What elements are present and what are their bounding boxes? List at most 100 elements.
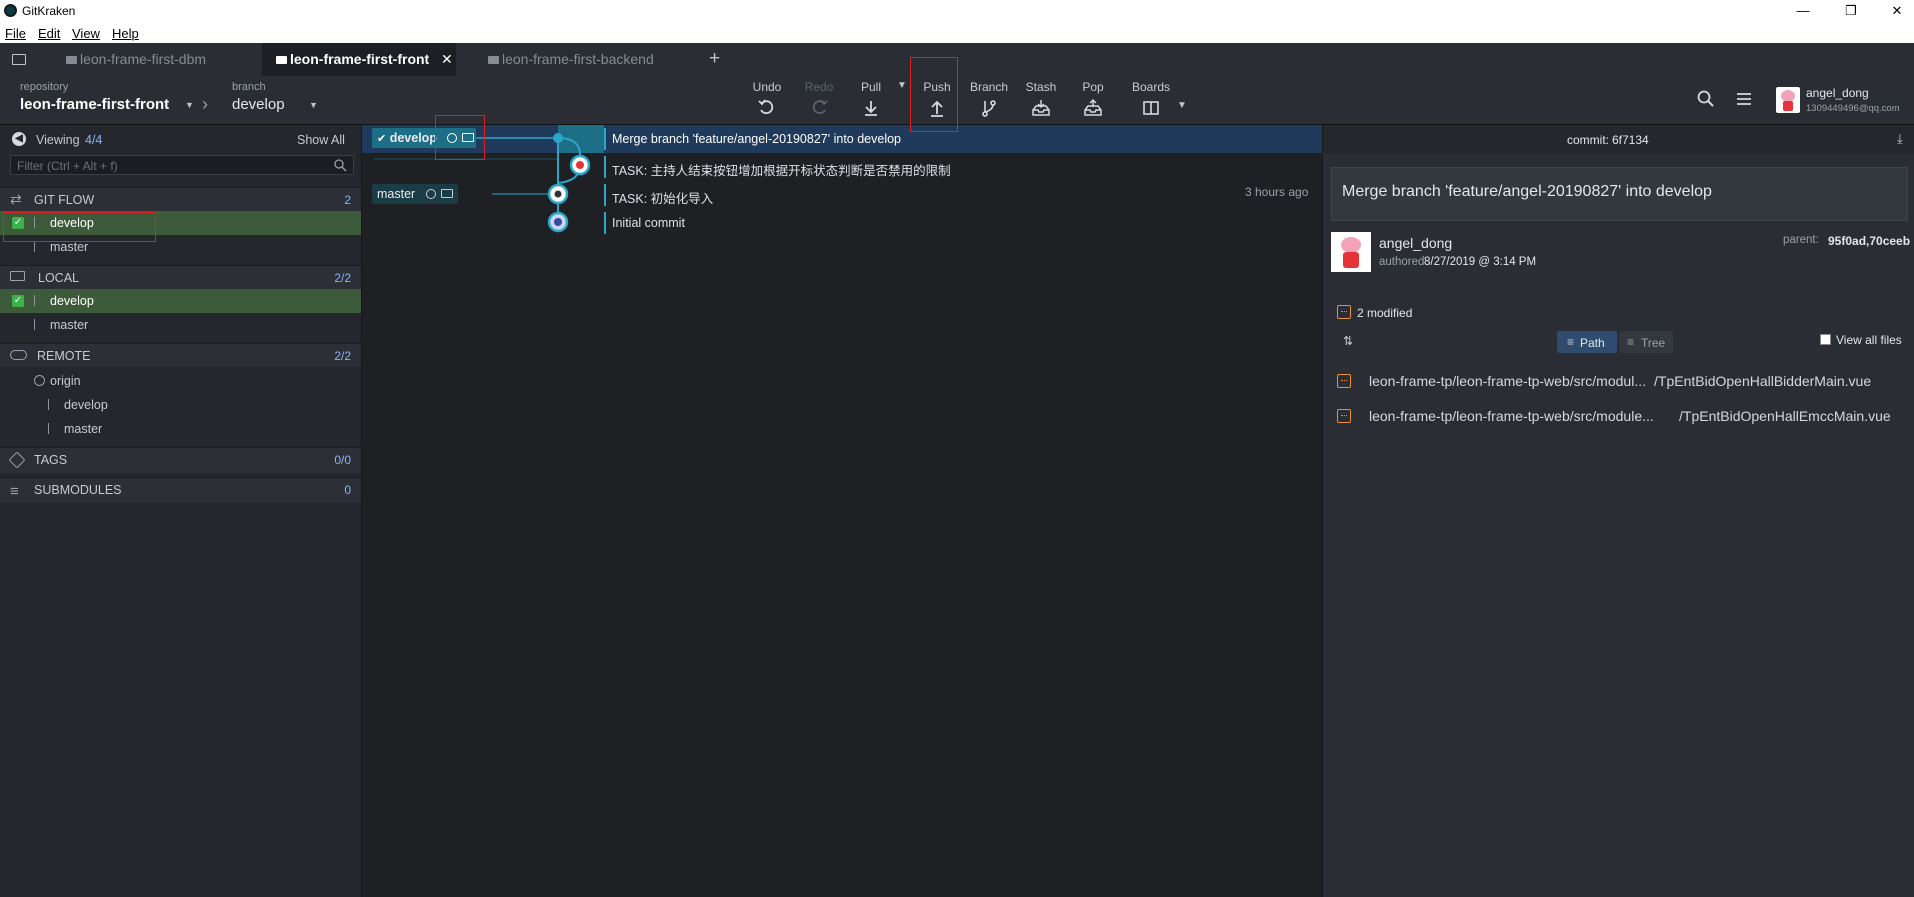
- branch-label: develop: [64, 398, 108, 412]
- remote-item-master[interactable]: master: [0, 417, 361, 441]
- branch-button[interactable]: Branch: [964, 80, 1014, 118]
- branch-tag-label: master: [377, 187, 416, 201]
- layers-icon: ≡: [10, 483, 19, 500]
- modified-count: 2 modified: [1357, 306, 1413, 320]
- menu-edit[interactable]: Edit: [38, 26, 60, 41]
- section-submodules[interactable]: ≡ SUBMODULES 0: [0, 477, 361, 503]
- redo-button[interactable]: Redo: [794, 80, 844, 118]
- show-all-button[interactable]: Show All: [297, 133, 345, 147]
- redo-label: Redo: [804, 80, 834, 94]
- user-email: 1309449496@qq.com: [1806, 103, 1900, 114]
- section-name: LOCAL: [38, 271, 79, 285]
- boards-icon: [1143, 101, 1159, 115]
- restore-button[interactable]: ❐: [1836, 2, 1866, 20]
- gitflow-icon: ⇄: [10, 191, 22, 207]
- tag-icon: [8, 451, 26, 469]
- cloud-icon: [10, 350, 27, 360]
- authored-label: authored: [1379, 256, 1425, 268]
- menu-view[interactable]: View: [72, 26, 100, 41]
- tab-label: leon-frame-first-dbm: [80, 51, 207, 67]
- window-title: GitKraken: [22, 4, 76, 18]
- pop-label: Pop: [1082, 80, 1104, 94]
- file-path-name: /TpEntBidOpenHallEmccMain.vue: [1679, 408, 1891, 424]
- parent-value[interactable]: 95f0ad,70ceeb: [1828, 234, 1910, 248]
- section-tags[interactable]: TAGS 0/0: [0, 447, 361, 473]
- tree-view-button[interactable]: ≡ Tree: [1619, 331, 1673, 353]
- pull-button[interactable]: Pull: [846, 80, 896, 118]
- branch-dropdown-icon: ▼: [309, 100, 318, 110]
- repository-name[interactable]: leon-frame-first-front: [20, 96, 169, 113]
- menu-help[interactable]: Help: [112, 26, 139, 41]
- sort-icon[interactable]: ⇅: [1343, 334, 1353, 348]
- commit-sha[interactable]: 6f7134: [1612, 133, 1649, 147]
- branch-label: branch: [232, 81, 266, 93]
- close-tab-icon[interactable]: ✕: [441, 43, 453, 76]
- redo-icon: [812, 99, 828, 115]
- section-git-flow[interactable]: ⇄ GIT FLOW 2: [0, 187, 361, 211]
- modified-icon: [1337, 374, 1351, 388]
- remote-origin[interactable]: origin: [0, 369, 361, 393]
- folder-icon: [66, 56, 77, 64]
- branch-name[interactable]: develop: [232, 96, 285, 113]
- pop-button[interactable]: Pop: [1068, 80, 1118, 118]
- avatar[interactable]: [1776, 87, 1800, 113]
- file-path-dir: leon-frame-tp/leon-frame-tp-web/src/modu…: [1369, 373, 1646, 389]
- check-icon: ✔: [377, 133, 387, 145]
- section-local[interactable]: LOCAL 2/2: [0, 265, 361, 289]
- branch-label: master: [50, 240, 89, 254]
- tab-leon-frame-first-dbm[interactable]: leon-frame-first-dbm: [62, 43, 262, 76]
- undo-button[interactable]: Undo: [742, 80, 792, 118]
- repo-dropdown-icon[interactable]: ▼: [185, 100, 194, 110]
- checkbox-icon[interactable]: ✓: [12, 295, 24, 307]
- section-count: 2/2: [334, 271, 351, 285]
- path-view-button[interactable]: ≡ Path: [1557, 331, 1617, 353]
- boards-button[interactable]: Boards: [1126, 80, 1176, 118]
- local-item-master[interactable]: master: [0, 313, 361, 337]
- branch-icon: [48, 423, 56, 434]
- stash-button[interactable]: Stash: [1016, 80, 1066, 118]
- branch-tag-master[interactable]: master: [372, 184, 458, 204]
- section-remote[interactable]: REMOTE 2/2: [0, 343, 361, 367]
- commit-message-box: Merge branch 'feature/angel-20190827' in…: [1331, 167, 1908, 221]
- pop-icon: [1084, 98, 1102, 116]
- tree-icon: ≡: [1627, 335, 1635, 349]
- download-icon[interactable]: ⤓: [1897, 131, 1903, 147]
- file-path-name: /TpEntBidOpenHallBidderMain.vue: [1654, 373, 1872, 389]
- collapse-panel-icon[interactable]: ◀: [12, 132, 26, 146]
- section-count: 0/0: [334, 453, 351, 467]
- close-button[interactable]: ✕: [1882, 2, 1912, 20]
- parent-label: parent:: [1783, 234, 1819, 246]
- filter-input[interactable]: Filter (Ctrl + Alt + f): [10, 155, 354, 175]
- commit-message: Merge branch 'feature/angel-20190827' in…: [1342, 183, 1712, 200]
- pull-dropdown-icon[interactable]: ▼: [897, 80, 907, 91]
- menu-file[interactable]: File: [5, 26, 26, 41]
- commit-graph: Merge branch 'feature/angel-20190827' in…: [362, 125, 1322, 897]
- minimize-button[interactable]: —: [1788, 2, 1818, 20]
- path-label: Path: [1580, 336, 1605, 350]
- undo-icon: [758, 99, 774, 115]
- section-name: REMOTE: [37, 349, 91, 363]
- boards-dropdown-icon[interactable]: ▼: [1177, 100, 1187, 111]
- hamburger-menu-icon[interactable]: [1736, 91, 1752, 107]
- user-name: angel_dong: [1806, 86, 1869, 100]
- tab-leon-frame-first-backend[interactable]: leon-frame-first-backend: [484, 43, 704, 76]
- folder-icon[interactable]: [12, 54, 26, 65]
- add-tab-icon[interactable]: +: [709, 48, 720, 70]
- file-row[interactable]: leon-frame-tp/leon-frame-tp-web/src/modu…: [1323, 365, 1914, 397]
- search-icon[interactable]: [1697, 90, 1715, 108]
- branch-icon: [34, 241, 42, 252]
- local-item-develop[interactable]: ✓ develop: [0, 289, 361, 313]
- file-row[interactable]: leon-frame-tp/leon-frame-tp-web/src/modu…: [1323, 399, 1914, 431]
- branch-label: master: [64, 422, 103, 436]
- laptop-icon: [10, 271, 25, 281]
- viewing-label: Viewing: [36, 133, 80, 147]
- title-bar: GitKraken — ❐ ✕: [0, 0, 1914, 22]
- commit-message: Merge branch 'feature/angel-20190827' in…: [612, 132, 902, 146]
- pull-icon: [865, 101, 877, 116]
- commit-message: TASK: 初始化导入: [612, 192, 714, 206]
- remote-item-develop[interactable]: develop: [0, 393, 361, 417]
- tab-leon-frame-first-front[interactable]: leon-frame-first-front ✕: [262, 43, 456, 76]
- commit-message: Initial commit: [612, 216, 685, 230]
- develop-item-highlight: [3, 212, 156, 242]
- view-all-checkbox[interactable]: [1820, 334, 1831, 345]
